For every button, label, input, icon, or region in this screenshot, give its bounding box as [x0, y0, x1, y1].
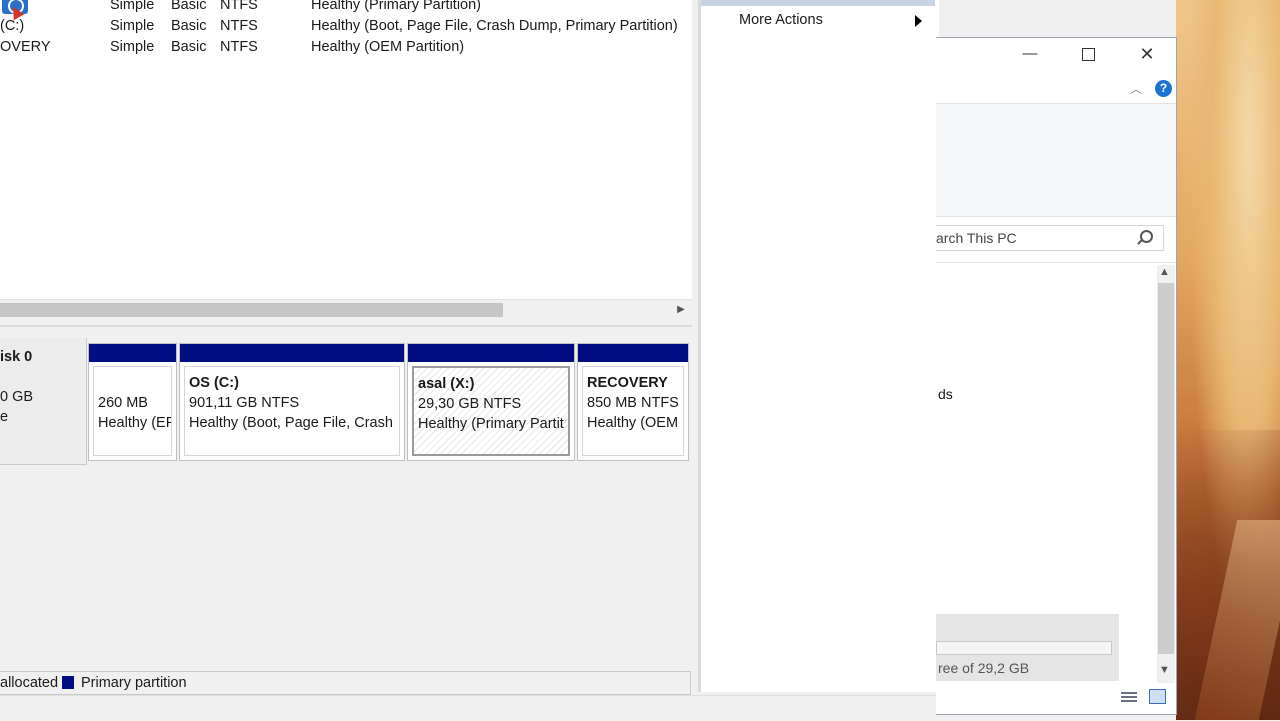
- more-actions-item[interactable]: More Actions: [739, 12, 823, 28]
- volume-row[interactable]: OVERY Simple Basic NTFS Healthy (OEM Par…: [0, 37, 692, 58]
- actions-pane: [698, 0, 939, 692]
- scroll-right-arrow-icon[interactable]: ▶: [672, 300, 690, 320]
- partition-size: 901,11 GB NTFS: [189, 395, 300, 411]
- minimize-button[interactable]: —: [1020, 44, 1040, 64]
- partition-info: RECOVERY 850 MB NTFS Healthy (OEM: [582, 366, 684, 456]
- volume-type: Basic: [171, 0, 207, 13]
- partition-color-bar: [408, 344, 574, 362]
- partition-info: asal (X:) 29,30 GB NTFS Healthy (Primary…: [412, 366, 570, 456]
- maximize-icon: [1081, 47, 1095, 61]
- status-bar: [0, 695, 936, 721]
- volume-type: Basic: [171, 18, 207, 34]
- drive-usage-bar: [936, 641, 1112, 655]
- partition-color-bar: [89, 344, 176, 362]
- partition-status: Healthy (Primary Partit: [418, 416, 564, 432]
- volume-name: (C:): [0, 18, 25, 34]
- partition-label: RECOVERY: [587, 375, 668, 391]
- partition-os[interactable]: OS (C:) 901,11 GB NTFS Healthy (Boot, Pa…: [179, 343, 405, 461]
- minimize-icon: —: [1022, 45, 1038, 62]
- close-icon: ✕: [1139, 44, 1155, 64]
- volume-status: Healthy (Boot, Page File, Crash Dump, Pr…: [311, 18, 678, 34]
- partition-status: Healthy (Boot, Page File, Crash: [189, 415, 393, 431]
- volume-list: Simple Basic NTFS Healthy (Primary Parti…: [0, 0, 692, 320]
- volume-status: Healthy (OEM Partition): [311, 39, 465, 55]
- partition-info: 260 MB Healthy (EF: [93, 366, 172, 456]
- volume-filesystem: NTFS: [220, 39, 258, 55]
- partition-size: 260 MB: [98, 395, 148, 411]
- nav-item-downloads[interactable]: ds: [938, 386, 953, 402]
- divider: [936, 262, 1176, 263]
- partition-status: Healthy (OEM: [587, 415, 679, 431]
- drive-free-space: ree of 29,2 GB: [938, 660, 1030, 676]
- actions-header[interactable]: [701, 0, 935, 6]
- partition-info: OS (C:) 901,11 GB NTFS Healthy (Boot, Pa…: [184, 366, 400, 456]
- legend-unallocated: allocated: [0, 675, 59, 691]
- disk-name: isk 0: [0, 349, 33, 365]
- submenu-arrow-icon[interactable]: [915, 15, 922, 27]
- partition-label: OS (C:): [189, 375, 239, 391]
- volume-filesystem: NTFS: [220, 0, 258, 13]
- disk-state: e: [0, 409, 9, 425]
- volume-layout: Simple: [110, 18, 155, 34]
- large-icons-view-icon[interactable]: [1149, 689, 1166, 704]
- disk-size: 0 GB: [0, 389, 34, 405]
- partition-color-bar: [578, 344, 688, 362]
- details-view-icon[interactable]: [1121, 690, 1137, 704]
- partition-status: Healthy (EF: [98, 415, 172, 431]
- scrollbar-thumb[interactable]: [0, 303, 503, 317]
- volume-type: Basic: [171, 39, 207, 55]
- search-placeholder: arch This PC: [936, 230, 1017, 246]
- partition-recovery[interactable]: RECOVERY 850 MB NTFS Healthy (OEM: [577, 343, 689, 461]
- volume-row[interactable]: (C:) Simple Basic NTFS Healthy (Boot, Pa…: [0, 16, 692, 37]
- search-icon[interactable]: [1140, 230, 1153, 243]
- desktop-wallpaper: [1176, 0, 1280, 720]
- partition-asal-selected[interactable]: asal (X:) 29,30 GB NTFS Healthy (Primary…: [407, 343, 575, 461]
- legend-bar: allocated Primary partition: [0, 671, 691, 695]
- scroll-up-arrow-icon[interactable]: ▲: [1159, 266, 1170, 278]
- volume-layout: Simple: [110, 39, 155, 55]
- scroll-down-arrow-icon[interactable]: ▼: [1159, 664, 1170, 676]
- horizontal-scrollbar[interactable]: ▶: [0, 299, 692, 320]
- volume-filesystem: NTFS: [220, 18, 258, 34]
- help-icon[interactable]: ?: [1155, 80, 1172, 97]
- partition-size: 850 MB NTFS: [587, 395, 679, 411]
- volume-status: Healthy (Primary Partition): [311, 0, 482, 13]
- partition-size: 29,30 GB NTFS: [418, 396, 522, 412]
- volume-name: OVERY: [0, 39, 51, 55]
- volume-layout: Simple: [110, 0, 155, 13]
- partition-efi[interactable]: 260 MB Healthy (EF: [88, 343, 177, 461]
- volume-row[interactable]: Simple Basic NTFS Healthy (Primary Parti…: [0, 0, 692, 16]
- legend-primary-partition: Primary partition: [81, 675, 187, 691]
- explorer-ribbon: [936, 103, 1176, 217]
- collapse-ribbon-icon[interactable]: ︿: [1130, 80, 1142, 97]
- close-button[interactable]: ✕: [1137, 44, 1157, 64]
- scrollbar-thumb[interactable]: [1158, 283, 1174, 654]
- partition-color-bar: [180, 344, 404, 362]
- legend-primary-swatch: [62, 676, 74, 689]
- partition-label: asal (X:): [418, 376, 475, 392]
- maximize-button[interactable]: [1078, 44, 1098, 64]
